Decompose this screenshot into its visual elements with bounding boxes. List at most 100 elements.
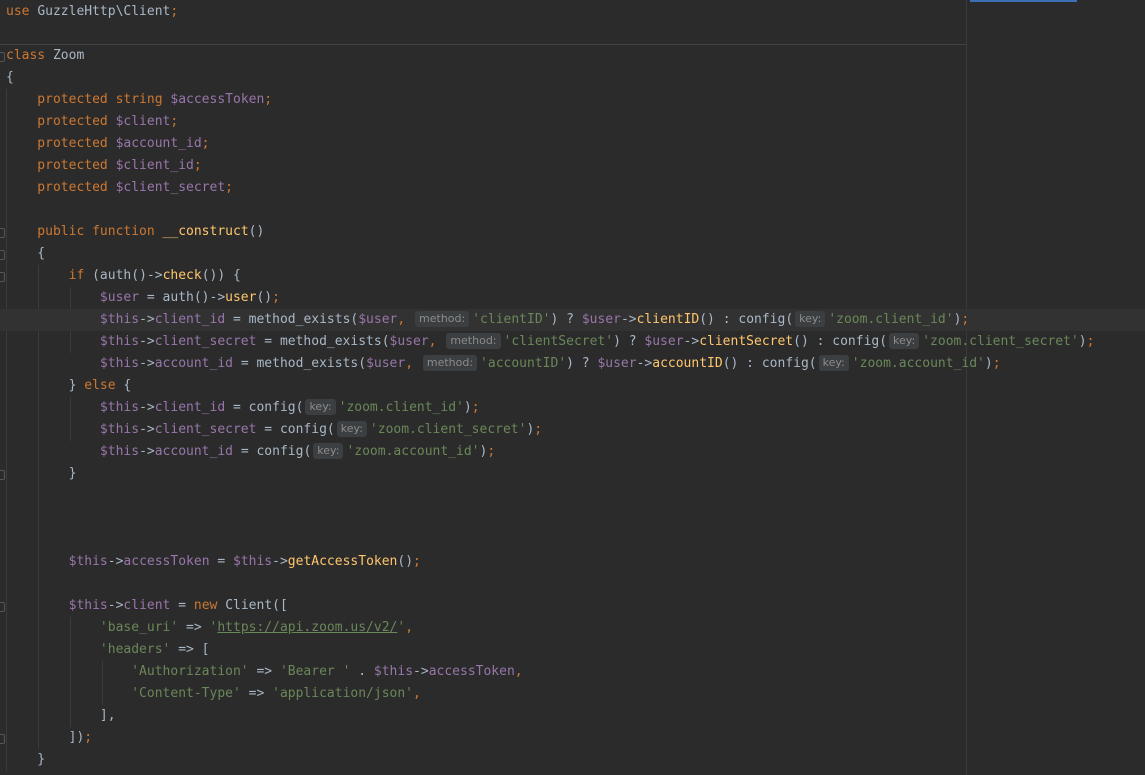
code-line[interactable]: } — [0, 463, 1145, 485]
code-line[interactable]: { — [0, 243, 1145, 265]
code-line-text: protected $client_secret; — [6, 177, 233, 199]
code-line[interactable]: use GuzzleHttp\Client; — [0, 1, 1145, 23]
code-token: -> — [139, 400, 155, 415]
code-token: , — [428, 334, 445, 349]
code-line-text: 'Content-Type' => 'application/json', — [6, 683, 421, 705]
code-token: ; — [201, 136, 210, 151]
parameter-hint: key: — [818, 355, 849, 371]
code-token: () : config( — [793, 334, 888, 349]
code-token: $this — [68, 554, 108, 569]
code-token: https://api.zoom.us/v2/ — [217, 620, 398, 635]
code-token: () — [256, 290, 273, 305]
code-token: protected — [6, 158, 116, 173]
code-line[interactable] — [0, 23, 1145, 45]
code-token: protected string — [6, 92, 171, 107]
code-line[interactable]: public function __construct() — [0, 221, 1145, 243]
code-line[interactable]: } — [0, 749, 1145, 771]
code-line[interactable]: $this->client_secret = config(key:'zoom.… — [0, 419, 1145, 441]
code-line[interactable]: protected $client_id; — [0, 155, 1145, 177]
code-line[interactable]: 'base_uri' => 'https://api.zoom.us/v2/', — [0, 617, 1145, 639]
code-line[interactable]: protected $client; — [0, 111, 1145, 133]
code-token: = method_exists( — [225, 312, 359, 327]
code-line[interactable]: 'Authorization' => 'Bearer ' . $this->ac… — [0, 661, 1145, 683]
code-token: $user — [597, 356, 637, 371]
code-token: $this — [99, 400, 140, 415]
code-line-text: protected $client_id; — [6, 155, 202, 177]
code-token: , — [405, 620, 414, 635]
code-token: $accessToken — [170, 92, 265, 107]
current-code-line[interactable]: $this->client_id = method_exists($user, … — [0, 309, 1145, 331]
code-line[interactable]: { — [0, 67, 1145, 89]
code-token: , — [514, 664, 523, 679]
code-line-text: { — [6, 243, 45, 265]
code-token: 'zoom.client_id' — [828, 312, 954, 327]
code-line-text: } else { — [6, 375, 132, 397]
code-token: ; — [471, 400, 480, 415]
code-line-text: $this->client_id = method_exists($user, … — [6, 309, 969, 331]
code-line[interactable]: 'Content-Type' => 'application/json', — [0, 683, 1145, 705]
code-line-text: protected $client; — [6, 111, 178, 133]
code-token: , — [413, 686, 421, 701]
code-token: $this — [68, 598, 108, 613]
code-line[interactable]: protected $client_secret; — [0, 177, 1145, 199]
code-token: = auth()-> — [139, 290, 226, 305]
code-token: 'base_uri' — [99, 620, 179, 635]
code-token: user — [225, 290, 257, 305]
code-token: protected — [6, 136, 116, 151]
code-line-text: protected $account_id; — [6, 133, 210, 155]
code-line[interactable]: class Zoom — [0, 45, 1145, 67]
code-line[interactable]: protected string $accessToken; — [0, 89, 1145, 111]
code-token: ' — [397, 620, 406, 635]
code-token: = config( — [256, 422, 335, 437]
code-token: 'application/json' — [272, 686, 414, 701]
code-line[interactable]: } else { — [0, 375, 1145, 397]
code-token: ; — [193, 158, 202, 173]
code-line[interactable] — [0, 199, 1145, 221]
code-line-text: 'base_uri' => 'https://api.zoom.us/v2/', — [6, 617, 413, 639]
code-token: => — [178, 620, 210, 635]
code-token: 'Authorization' — [131, 664, 249, 679]
code-token: $this — [99, 444, 140, 459]
code-line[interactable]: if (auth()->check()) { — [0, 265, 1145, 287]
code-token: ) ? — [550, 312, 582, 327]
parameter-hint: key: — [795, 311, 826, 327]
code-line[interactable] — [0, 573, 1145, 595]
code-line[interactable]: $this->accessToken = $this->getAccessTok… — [0, 551, 1145, 573]
code-line[interactable]: $this->client_secret = method_exists($us… — [0, 331, 1145, 353]
code-line-text: $this->client_secret = method_exists($us… — [6, 331, 1094, 353]
code-token: check — [162, 268, 202, 283]
code-line[interactable]: $this->account_id = config(key:'zoom.acc… — [0, 441, 1145, 463]
parameter-hint: method: — [422, 355, 478, 371]
code-line[interactable]: $this->client = new Client([ — [0, 595, 1145, 617]
code-token: $this — [99, 334, 140, 349]
code-token: __construct — [162, 224, 249, 239]
code-token: protected — [6, 114, 116, 129]
code-token: $this — [99, 356, 140, 371]
code-line[interactable] — [0, 485, 1145, 507]
code-token: -> — [139, 334, 155, 349]
code-line[interactable]: $user = auth()->user(); — [0, 287, 1145, 309]
code-token: ; — [1086, 334, 1095, 349]
code-line[interactable] — [0, 507, 1145, 529]
code-token: ; — [272, 290, 280, 305]
code-token: ], — [6, 708, 116, 723]
code-line[interactable] — [0, 529, 1145, 551]
code-line-text: use GuzzleHttp\Client; — [6, 1, 178, 23]
code-line[interactable]: 'headers' => [ — [0, 639, 1145, 661]
code-token: $user — [644, 334, 684, 349]
code-line[interactable]: $this->client_id = config(key:'zoom.clie… — [0, 397, 1145, 419]
code-token: $user — [99, 290, 140, 305]
code-line[interactable]: protected $account_id; — [0, 133, 1145, 155]
code-token: 'clientID' — [472, 312, 551, 327]
code-line[interactable]: $this->account_id = method_exists($user,… — [0, 353, 1145, 375]
code-token: = — [170, 598, 194, 613]
code-token: ; — [961, 312, 970, 327]
code-line[interactable]: ]); — [0, 727, 1145, 749]
code-token: ()) { — [201, 268, 241, 283]
code-line[interactable]: ], — [0, 705, 1145, 727]
code-token: ; — [264, 92, 273, 107]
code-editor[interactable]: use GuzzleHttp\Client; class Zoom { protec… — [0, 0, 1145, 775]
